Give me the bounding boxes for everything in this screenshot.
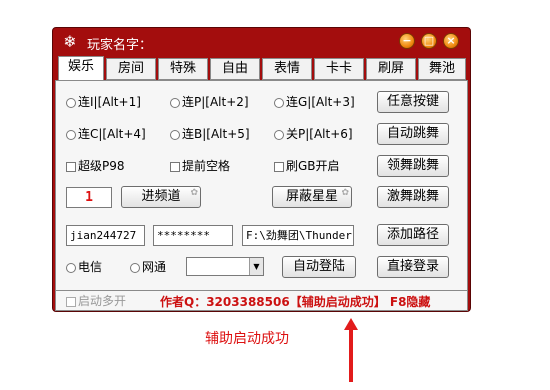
tab-entertainment[interactable]: 娱乐: [58, 56, 104, 81]
author-status-text: 作者Q：3203388506【辅助启动成功】 F8隐藏: [160, 295, 431, 309]
swirl-decoration-icon: ✿: [341, 188, 349, 198]
swirl-decoration-icon: ✿: [190, 188, 198, 198]
app-window: ❄ 玩家名字： − □ × 娱乐 房间 特殊 自由 表情 卡卡 刷屏 舞池 连I…: [52, 27, 471, 312]
tab-dance-floor[interactable]: 舞池: [418, 58, 466, 80]
radio-close-p[interactable]: 关P|[Alt+6]: [274, 127, 353, 141]
radio-telecom[interactable]: 电信: [66, 260, 102, 274]
status-bar: 启动多开 作者Q：3203388506【辅助启动成功】 F8隐藏: [55, 291, 468, 311]
snowflake-logo-icon: ❄: [63, 32, 77, 51]
radio-circle-icon: [274, 97, 284, 108]
auto-dance-button[interactable]: 自动跳舞: [377, 123, 449, 145]
radio-combo-p[interactable]: 连P|[Alt+2]: [170, 95, 249, 109]
chevron-down-icon[interactable]: ▼: [249, 258, 263, 275]
entertainment-panel: 连I|[Alt+1] 连P|[Alt+2] 连G|[Alt+3] 任意按键 连C…: [55, 80, 468, 291]
title-bar[interactable]: ❄ 玩家名字： − □ ×: [53, 28, 470, 56]
checkbox-super-p98[interactable]: 超级P98: [66, 159, 125, 173]
checkbox-icon: [66, 161, 76, 172]
radio-circle-icon: [66, 97, 76, 108]
checkbox-icon: [170, 161, 180, 172]
maximize-button[interactable]: □: [421, 33, 437, 49]
radio-netcom[interactable]: 网通: [130, 260, 166, 274]
red-arrow-up-icon: [344, 318, 358, 382]
radio-combo-g[interactable]: 连G|[Alt+3]: [274, 95, 355, 109]
enter-channel-button[interactable]: 进频道 ✿: [121, 186, 201, 208]
radio-combo-b[interactable]: 连B|[Alt+5]: [170, 127, 250, 141]
server-select[interactable]: ▼: [186, 257, 264, 276]
close-button[interactable]: ×: [443, 33, 459, 49]
lead-dance-button[interactable]: 领舞跳舞: [377, 155, 449, 177]
radio-combo-c[interactable]: 连C|[Alt+4]: [66, 127, 146, 141]
tab-spam[interactable]: 刷屏: [366, 58, 416, 80]
tab-kaka[interactable]: 卡卡: [314, 58, 364, 80]
radio-circle-icon: [66, 129, 76, 140]
radio-circle-icon: [130, 262, 140, 273]
annotation-caption: 辅助启动成功: [205, 331, 289, 347]
passion-dance-button[interactable]: 激舞跳舞: [377, 186, 449, 208]
tab-free[interactable]: 自由: [210, 58, 260, 80]
auto-login-button[interactable]: 自动登陆: [282, 256, 356, 278]
radio-circle-icon: [170, 129, 180, 140]
add-path-button[interactable]: 添加路径: [377, 224, 449, 246]
checkbox-multi-open[interactable]: 启动多开: [66, 294, 126, 308]
checkbox-icon: [66, 296, 76, 307]
block-stars-button[interactable]: 屏蔽星星 ✿: [272, 186, 352, 208]
tab-special[interactable]: 特殊: [158, 58, 208, 80]
password-input[interactable]: ********: [153, 225, 233, 246]
tab-emote[interactable]: 表情: [262, 58, 312, 80]
window-title: 玩家名字：: [87, 38, 153, 53]
game-path-input[interactable]: F:\劲舞团\Thunder.: [242, 225, 354, 246]
username-input[interactable]: jian244727: [66, 225, 145, 246]
radio-combo-i[interactable]: 连I|[Alt+1]: [66, 95, 141, 109]
tab-bar: 娱乐 房间 特殊 自由 表情 卡卡 刷屏 舞池: [55, 56, 468, 81]
tab-room[interactable]: 房间: [106, 58, 156, 80]
any-key-button[interactable]: 任意按键: [377, 91, 449, 113]
radio-circle-icon: [66, 262, 76, 273]
checkbox-early-space[interactable]: 提前空格: [170, 159, 230, 173]
radio-circle-icon: [274, 129, 284, 140]
channel-number-input[interactable]: 1: [66, 187, 112, 208]
minimize-button[interactable]: −: [399, 33, 415, 49]
radio-circle-icon: [170, 97, 180, 108]
checkbox-gb-spam[interactable]: 刷GB开启: [274, 159, 340, 173]
direct-login-button[interactable]: 直接登录: [377, 256, 449, 278]
checkbox-icon: [274, 161, 284, 172]
